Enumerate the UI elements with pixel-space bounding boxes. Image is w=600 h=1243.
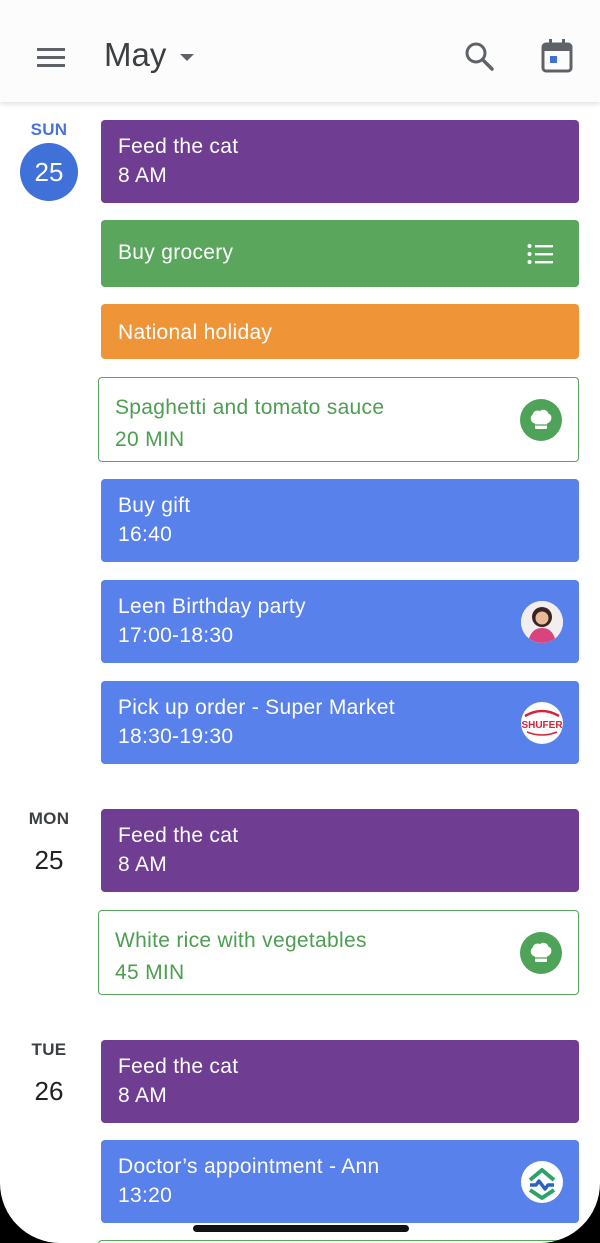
day-header-tue[interactable]: TUE 26 <box>0 1040 98 1107</box>
day-number: 25 <box>20 143 78 201</box>
day-header-mon[interactable]: MON 25 <box>0 809 98 876</box>
chef-hat-icon <box>520 931 562 974</box>
event-title: Leen Birthday party <box>118 595 306 618</box>
search-icon[interactable] <box>463 40 495 72</box>
day-of-week: MON <box>28 809 70 828</box>
event-title: National holiday <box>118 321 273 344</box>
event-title: Feed the cat <box>118 824 239 847</box>
home-indicator[interactable] <box>193 1225 409 1232</box>
calendar-today-icon[interactable] <box>540 38 574 74</box>
month-selector[interactable]: May <box>104 36 195 74</box>
event-title: Doctor’s appointment - Ann <box>118 1155 380 1178</box>
event-title: Buy grocery <box>118 241 234 264</box>
svg-text:SHUFER: SHUFER <box>521 720 563 731</box>
event-time: 13:20 <box>118 1184 173 1207</box>
day-number: 26 <box>34 1076 64 1106</box>
month-title: May <box>104 36 167 73</box>
list-icon <box>527 243 553 264</box>
dropdown-caret-icon <box>180 53 195 61</box>
menu-icon[interactable] <box>34 40 68 74</box>
store-logo: SHUFER <box>521 701 563 744</box>
event-card[interactable]: Buy grocery <box>101 220 579 287</box>
event-time: 17:00-18:30 <box>118 624 234 647</box>
event-duration: 45 MIN <box>115 961 185 984</box>
day-of-week: TUE <box>31 1040 67 1059</box>
event-time: 8 AM <box>118 164 168 187</box>
day-of-week: SUN <box>30 120 68 139</box>
chef-hat-icon <box>520 398 562 441</box>
event-card[interactable]: Leen Birthday party 17:00-18:30 <box>101 580 579 663</box>
recipe-card[interactable]: Spaghetti and tomato sauce 20 MIN <box>98 377 579 462</box>
event-title: Pick up order - Super Market <box>118 696 395 719</box>
event-time: 16:40 <box>118 523 173 546</box>
screen-corner-right <box>540 1183 600 1243</box>
day-header-sun[interactable]: SUN 25 <box>0 120 98 201</box>
event-card[interactable]: Buy gift 16:40 <box>101 479 579 562</box>
event-card[interactable]: Feed the cat 8 AM <box>101 1040 579 1123</box>
app-bar: May <box>0 0 600 102</box>
day-number: 25 <box>34 845 64 875</box>
event-title: Feed the cat <box>118 135 239 158</box>
avatar <box>521 600 563 643</box>
event-time: 18:30-19:30 <box>118 725 234 748</box>
event-card[interactable]: Feed the cat 8 AM <box>101 120 579 203</box>
event-time: 8 AM <box>118 1084 168 1107</box>
event-title: Buy gift <box>118 494 191 517</box>
screen-corner-left <box>0 1183 60 1243</box>
event-title: Feed the cat <box>118 1055 239 1078</box>
event-title: White rice with vegetables <box>115 929 367 952</box>
event-title: Spaghetti and tomato sauce <box>115 396 385 419</box>
event-card[interactable]: Pick up order - Super Market 18:30-19:30… <box>101 681 579 764</box>
event-time: 8 AM <box>118 853 168 876</box>
event-card[interactable]: National holiday <box>101 304 579 359</box>
event-card[interactable]: Feed the cat 8 AM <box>101 809 579 892</box>
recipe-card[interactable]: White rice with vegetables 45 MIN <box>98 910 579 995</box>
event-card[interactable]: Doctor’s appointment - Ann 13:20 <box>101 1140 579 1223</box>
event-duration: 20 MIN <box>115 428 185 451</box>
